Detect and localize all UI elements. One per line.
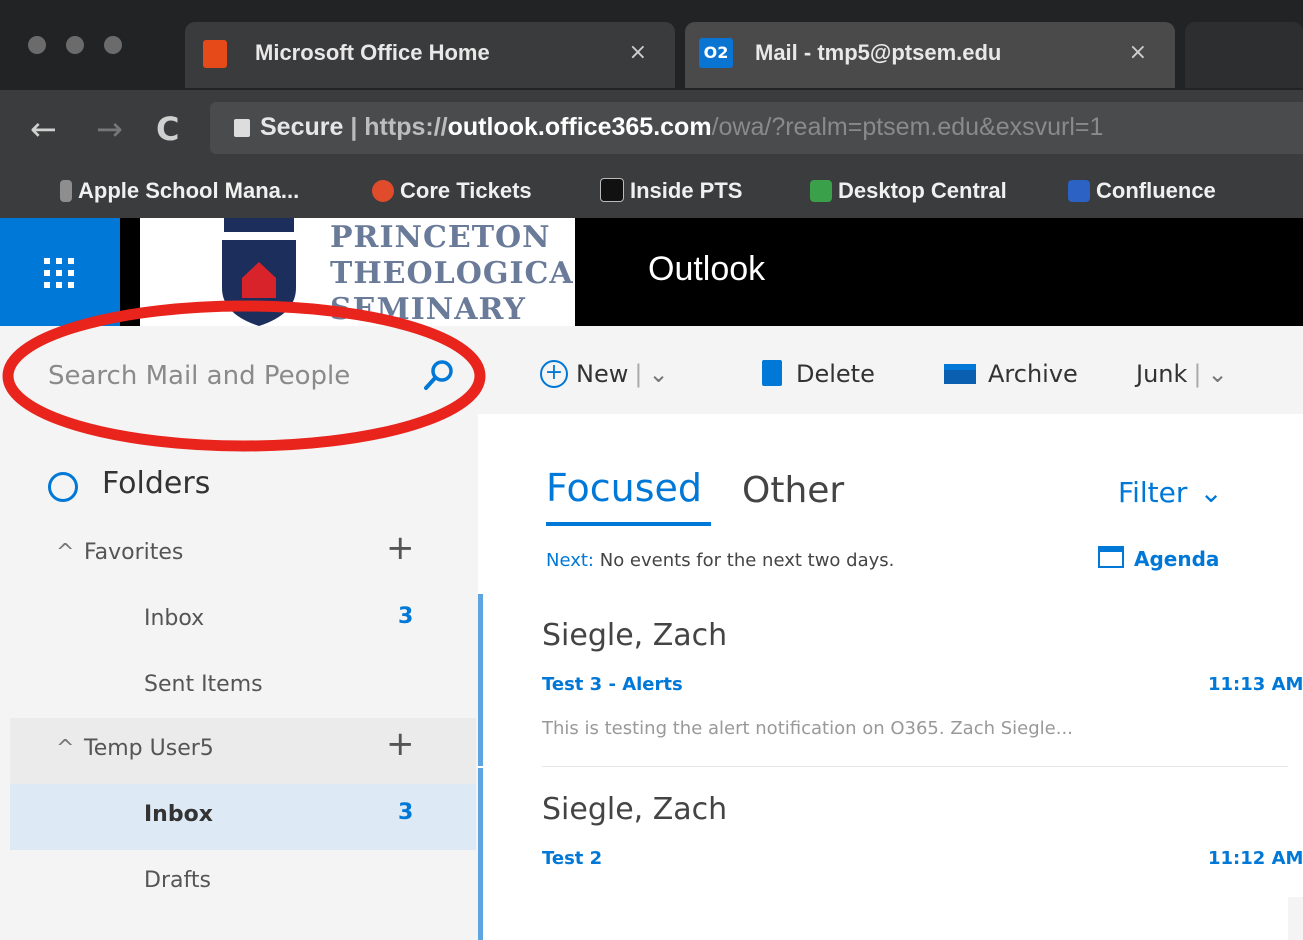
chevron-down-icon[interactable]: ⌄ — [1208, 360, 1228, 388]
section-label: Temp User5 — [84, 736, 214, 761]
tab-focused[interactable]: Focused — [546, 466, 702, 510]
office-icon — [203, 40, 227, 68]
message-time: 11:13 AM — [1208, 674, 1303, 695]
message-preview: This is testing the alert notification o… — [542, 718, 1073, 739]
filter-dropdown[interactable]: Filter ⌄ — [1118, 476, 1223, 509]
message-divider — [542, 766, 1288, 767]
tab-other[interactable]: Other — [742, 470, 844, 511]
section-favorites[interactable]: ^ Favorites + — [10, 522, 476, 588]
folder-item-inbox-favorite[interactable]: Inbox 3 — [10, 588, 476, 654]
next-events-banner: Next: No events for the next two days. — [546, 550, 895, 571]
message-list-pane: + New | ⌄ Delete Archive Junk | ⌄ Focused Oth… — [478, 326, 1303, 940]
section-label: Favorites — [84, 540, 184, 565]
window-minimize-dot[interactable] — [66, 36, 84, 54]
archive-button[interactable]: Archive — [944, 360, 1078, 388]
unread-count-badge: 3 — [398, 604, 414, 629]
forward-arrow-icon[interactable]: → — [96, 110, 123, 148]
bookmark-apple-school[interactable]: Apple School Mana... — [60, 178, 299, 204]
window-zoom-dot[interactable] — [104, 36, 122, 54]
message-sender: Siegle, Zach — [542, 618, 728, 653]
desktop-central-icon — [810, 180, 832, 202]
add-folder-icon[interactable]: + — [386, 724, 415, 764]
confluence-icon — [1068, 180, 1090, 202]
window-close-dot[interactable] — [28, 36, 46, 54]
bookmark-inside-pts[interactable]: Inside PTS — [600, 178, 742, 204]
shield-icon — [600, 178, 624, 202]
message-subject: Test 2 — [542, 848, 603, 869]
bookmark-desktop-central[interactable]: Desktop Central — [810, 178, 1007, 204]
folder-label: Drafts — [144, 868, 211, 893]
tab-title: Mail - tmp5@ptsem.edu — [755, 40, 1002, 65]
collapse-caret-icon[interactable]: ^ — [56, 736, 74, 761]
logo-line-2: THEOLOGICAL — [330, 256, 575, 291]
folder-item-drafts[interactable]: Drafts — [10, 850, 476, 916]
active-tab-underline — [546, 522, 711, 526]
unread-indicator — [478, 768, 483, 940]
trash-icon — [762, 360, 782, 386]
folder-label: Sent Items — [144, 672, 263, 697]
url-path: /owa/?realm=ptsem.edu&exsvurl=1 — [711, 113, 1104, 141]
chevron-down-icon: ⌄ — [1199, 476, 1223, 509]
bookmarks-bar: Apple School Mana... Core Tickets Inside… — [0, 168, 1303, 218]
tab-title: Microsoft Office Home — [255, 40, 490, 65]
tab-close-icon[interactable]: × — [1129, 40, 1147, 65]
unread-indicator — [478, 594, 483, 766]
command-bar: + New | ⌄ Delete Archive Junk | ⌄ — [478, 326, 1303, 414]
url-host: outlook.office365.com — [447, 113, 712, 141]
calendar-icon — [1098, 546, 1124, 568]
tab-office-home[interactable]: Microsoft Office Home × — [185, 22, 675, 88]
app-title[interactable]: Outlook — [648, 250, 765, 289]
plus-circle-icon: + — [540, 360, 568, 388]
address-bar[interactable]: Secure | https://outlook.office365.com/o… — [210, 102, 1303, 154]
new-tab-button[interactable] — [1185, 22, 1303, 88]
message-item[interactable]: Siegle, Zach Test 2 11:12 AM — [478, 768, 1303, 940]
folder-item-sent-items[interactable]: Sent Items — [10, 654, 476, 720]
message-time: 11:12 AM — [1208, 848, 1303, 869]
add-favorite-icon[interactable]: + — [386, 528, 415, 568]
tab-close-icon[interactable]: × — [629, 40, 647, 65]
folder-icon — [60, 180, 72, 202]
outlook-icon: O2 — [699, 38, 733, 68]
bookmark-core-tickets[interactable]: Core Tickets — [372, 178, 532, 204]
browser-toolbar: ← → C Secure | https://outlook.office365… — [0, 90, 1303, 168]
collapse-caret-icon[interactable]: ^ — [56, 540, 74, 565]
secure-label: Secure — [260, 113, 344, 141]
reload-icon[interactable]: C — [156, 110, 179, 148]
section-temp-user5[interactable]: ^ Temp User5 + — [10, 718, 476, 784]
agenda-button[interactable]: Agenda — [1098, 546, 1219, 571]
archive-icon — [944, 364, 976, 384]
lock-icon — [234, 119, 250, 137]
tab-mail[interactable]: O2 Mail - tmp5@ptsem.edu × — [685, 22, 1175, 88]
bookmark-confluence[interactable]: Confluence — [1068, 178, 1216, 204]
browser-tab-strip: Microsoft Office Home × O2 Mail - tmp5@p… — [0, 0, 1303, 90]
folders-title: Folders — [102, 466, 211, 501]
message-sender: Siegle, Zach — [542, 792, 728, 827]
annotation-ellipse — [2, 300, 486, 452]
chevron-down-icon[interactable]: ⌄ — [648, 360, 668, 388]
folder-label: Inbox — [144, 606, 205, 631]
back-circle-icon — [48, 472, 78, 502]
back-arrow-icon[interactable]: ← — [30, 110, 57, 148]
logo-line-1: PRINCETON — [330, 220, 551, 255]
folder-label: Inbox — [144, 802, 213, 827]
junk-button[interactable]: Junk | ⌄ — [1136, 360, 1228, 388]
new-button[interactable]: + New | ⌄ — [540, 360, 669, 388]
core-tickets-icon — [372, 180, 394, 202]
unread-count-badge: 3 — [398, 800, 414, 825]
message-item[interactable]: Siegle, Zach Test 3 - Alerts 11:13 AM Th… — [478, 594, 1303, 766]
message-subject: Test 3 - Alerts — [542, 674, 683, 695]
delete-button[interactable]: Delete — [762, 360, 875, 388]
folder-item-inbox[interactable]: Inbox 3 — [10, 784, 476, 850]
